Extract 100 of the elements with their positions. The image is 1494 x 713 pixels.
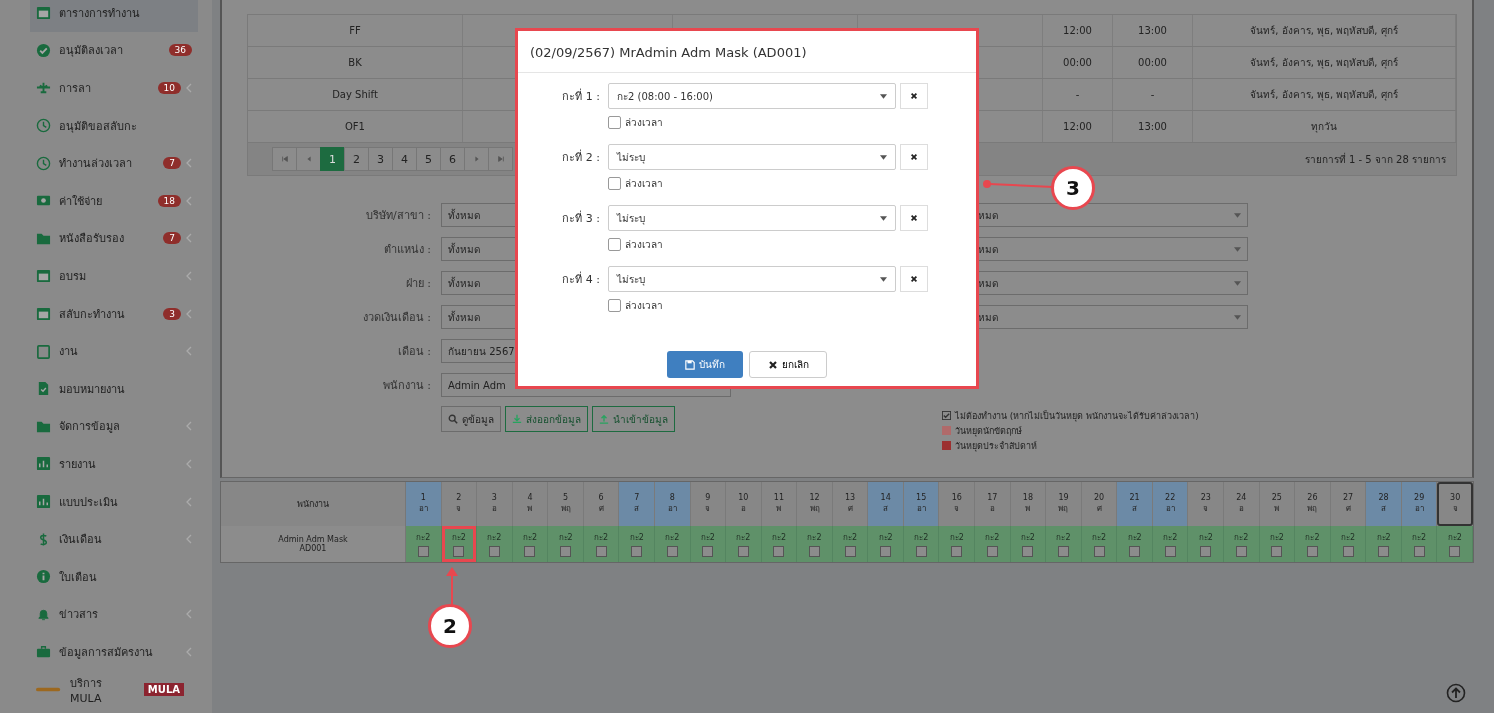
page-button[interactable]: 1	[320, 147, 345, 171]
sidebar-item[interactable]: สลับกะทำงาน 3	[30, 294, 198, 333]
sidebar-item[interactable]: ตารางการทำงาน	[30, 0, 198, 32]
checkbox[interactable]	[608, 238, 621, 251]
checkbox[interactable]	[488, 546, 500, 557]
checkbox[interactable]	[608, 116, 621, 129]
shift-cell[interactable]: กะ2	[1188, 526, 1225, 562]
checkbox[interactable]	[1378, 546, 1390, 557]
shift-cell[interactable]: กะ2	[1152, 526, 1189, 562]
action-button[interactable]: ส่งออกข้อมูล	[505, 406, 588, 432]
shift-cell[interactable]: กะ2	[1401, 526, 1438, 562]
checkbox[interactable]	[1200, 546, 1212, 557]
checkbox[interactable]	[915, 546, 927, 557]
next-page-button[interactable]	[464, 147, 489, 171]
checkbox[interactable]	[1342, 546, 1354, 557]
sidebar-item[interactable]: ข้อมูลการสมัครงาน	[30, 633, 198, 671]
checkbox[interactable]	[880, 546, 892, 557]
sidebar-item[interactable]: มอบหมายงาน	[30, 369, 198, 408]
checkbox[interactable]	[986, 546, 998, 557]
sidebar-item[interactable]: ทำงานล่วงเวลา 7	[30, 144, 198, 182]
shift-cell[interactable]: กะ2	[726, 526, 762, 562]
shift-cell[interactable]: กะ2	[832, 526, 869, 562]
checkbox[interactable]	[1235, 546, 1247, 557]
cancel-button[interactable]: ยกเลิก	[749, 351, 827, 378]
shift-cell[interactable]: กะ2	[1081, 526, 1118, 562]
clear-button[interactable]	[900, 83, 928, 109]
shift-cell[interactable]: กะ2	[1330, 526, 1367, 562]
checkbox[interactable]	[453, 546, 465, 557]
action-button[interactable]: นำเข้าข้อมูล	[592, 406, 675, 432]
checkbox[interactable]	[1057, 546, 1069, 557]
action-button[interactable]: ดูข้อมูล	[441, 406, 501, 432]
checkbox[interactable]	[809, 546, 820, 557]
shift-cell[interactable]: กะ2	[441, 526, 478, 562]
checkbox[interactable]	[737, 546, 749, 557]
shift-select[interactable]: กะ2 (08:00 - 16:00)	[608, 83, 896, 109]
checkbox[interactable]	[608, 177, 621, 190]
checkbox[interactable]	[560, 546, 572, 557]
checkbox[interactable]	[524, 546, 536, 557]
checkbox[interactable]	[1129, 546, 1141, 557]
checkbox[interactable]	[417, 546, 429, 557]
sidebar-item[interactable]: อบรม	[30, 257, 198, 295]
checkbox[interactable]	[702, 546, 714, 557]
last-page-button[interactable]	[488, 147, 513, 171]
shift-cell[interactable]: กะ2	[797, 526, 833, 562]
checkbox[interactable]	[1413, 546, 1425, 557]
checkbox[interactable]	[608, 299, 621, 312]
shift-cell[interactable]: กะ2	[406, 526, 442, 562]
shift-cell[interactable]: กะ2	[1117, 526, 1153, 562]
checkbox[interactable]	[773, 546, 785, 557]
checkbox[interactable]	[1164, 546, 1176, 557]
sidebar-item[interactable]: ข่าวสาร	[30, 595, 198, 634]
sidebar-item[interactable]: ค่าใช้จ่าย 18	[30, 181, 198, 220]
clear-button[interactable]	[900, 266, 928, 292]
shift-cell[interactable]: กะ2	[1295, 526, 1331, 562]
previous-page-button[interactable]	[296, 147, 321, 171]
shift-cell[interactable]: กะ2	[1366, 526, 1402, 562]
checkbox[interactable]	[595, 546, 607, 557]
shift-cell[interactable]: กะ2	[761, 526, 798, 562]
sidebar-item[interactable]: งาน	[30, 332, 198, 370]
shift-cell[interactable]: กะ2	[477, 526, 513, 562]
shift-cell[interactable]: กะ2	[868, 526, 904, 562]
shift-cell[interactable]: กะ2	[939, 526, 976, 562]
sidebar-item[interactable]: รายงาน	[30, 445, 198, 483]
save-button[interactable]: บันทึก	[667, 351, 743, 378]
shift-cell[interactable]: กะ2	[1259, 526, 1296, 562]
first-page-button[interactable]	[272, 147, 297, 171]
page-button[interactable]: 2	[344, 147, 369, 171]
sidebar-item[interactable]: บริการ MULA MULA	[30, 670, 198, 709]
checkbox[interactable]	[1271, 546, 1283, 557]
scroll-up-icon[interactable]	[1446, 683, 1466, 703]
sidebar-item[interactable]: แบบประเมิน	[30, 482, 198, 521]
shift-cell[interactable]: กะ2	[903, 526, 940, 562]
page-button[interactable]: 5	[416, 147, 441, 171]
shift-select[interactable]: ไม่ระบุ	[608, 144, 896, 170]
checkbox[interactable]	[1449, 546, 1461, 557]
sidebar-item[interactable]: อนุมัติขอสลับกะ	[30, 106, 198, 145]
checkbox[interactable]	[1093, 546, 1105, 557]
checkbox[interactable]	[844, 546, 856, 557]
checkbox[interactable]	[951, 546, 963, 557]
shift-cell[interactable]: กะ2	[1224, 526, 1260, 562]
shift-select[interactable]: ไม่ระบุ	[608, 266, 896, 292]
sidebar-item[interactable]: จัดการข้อมูล	[30, 407, 198, 446]
checkbox[interactable]	[1022, 546, 1034, 557]
shift-cell[interactable]: กะ2	[512, 526, 549, 562]
shift-cell[interactable]: กะ2	[548, 526, 584, 562]
sidebar-item[interactable]: อนุมัติลงเวลา 36	[30, 31, 198, 70]
clear-button[interactable]	[900, 144, 928, 170]
checkbox[interactable]	[631, 546, 643, 557]
shift-select[interactable]: ไม่ระบุ	[608, 205, 896, 231]
sidebar-item[interactable]: การลา 10	[30, 69, 198, 107]
checkbox[interactable]	[1306, 546, 1318, 557]
page-button[interactable]: 3	[368, 147, 393, 171]
checkbox[interactable]	[666, 546, 678, 557]
clear-button[interactable]	[900, 205, 928, 231]
shift-cell[interactable]: กะ2	[975, 526, 1011, 562]
shift-cell[interactable]: กะ2	[1046, 526, 1082, 562]
shift-cell[interactable]: กะ2	[690, 526, 727, 562]
sidebar-item[interactable]: หนังสือรับรอง 7	[30, 219, 198, 258]
page-button[interactable]: 4	[392, 147, 417, 171]
sidebar-item[interactable]: เงินเดือน	[30, 520, 198, 558]
